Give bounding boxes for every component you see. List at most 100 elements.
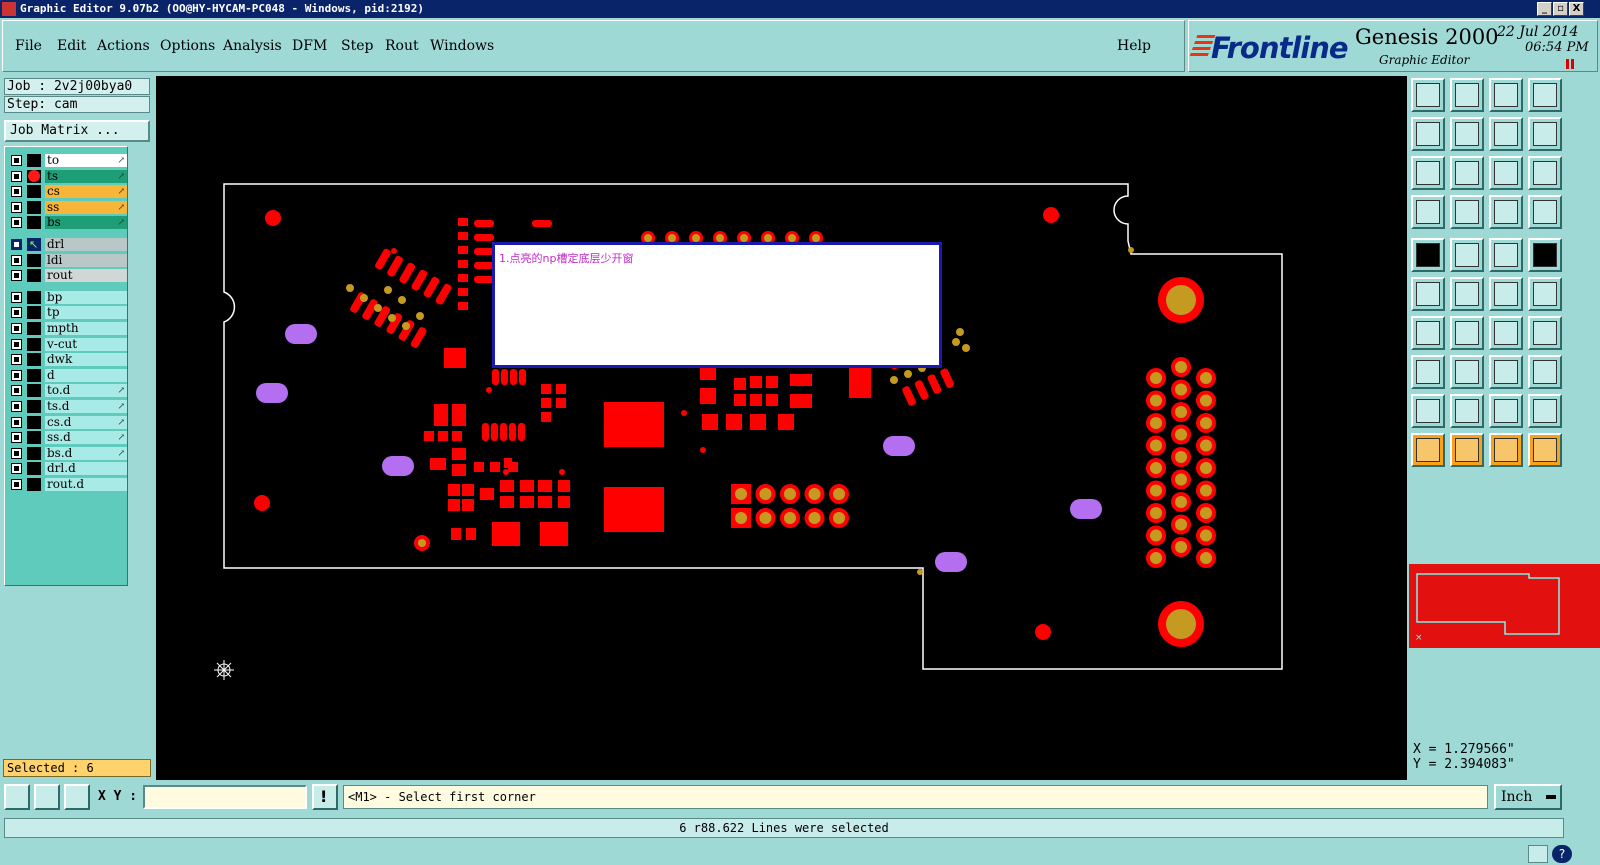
scale-one-icon[interactable] bbox=[1489, 156, 1523, 190]
triangle-icon[interactable] bbox=[1411, 394, 1445, 428]
help-tool-icon[interactable] bbox=[1528, 156, 1562, 190]
layer-row-v-cut[interactable]: v-cut bbox=[9, 337, 127, 352]
layer-row-rout-d[interactable]: rout.d bbox=[9, 477, 127, 492]
minimize-button[interactable]: _ bbox=[1537, 2, 1552, 16]
layer-name[interactable]: rout bbox=[45, 269, 127, 283]
layer-checkbox[interactable] bbox=[11, 385, 22, 397]
layer-row-tp[interactable]: tp bbox=[9, 305, 127, 320]
layer-checkbox[interactable] bbox=[11, 291, 22, 303]
measure-tool-icon[interactable] bbox=[1489, 195, 1523, 229]
layer-name[interactable]: rout.d bbox=[45, 478, 127, 491]
layer-row-cs[interactable]: cs ↗ bbox=[9, 184, 127, 199]
layer-marker[interactable] bbox=[27, 415, 41, 429]
dimension-icon[interactable] bbox=[1489, 355, 1523, 389]
menu-options[interactable]: Options bbox=[160, 38, 215, 54]
layer-marker[interactable] bbox=[27, 462, 41, 476]
layer-checkbox[interactable] bbox=[11, 338, 22, 350]
edit-shape-icon[interactable] bbox=[1450, 238, 1484, 272]
layer-row-drl[interactable]: ↖ drl bbox=[9, 237, 127, 252]
layer-marker[interactable] bbox=[27, 269, 41, 283]
layer-name[interactable]: dwk bbox=[45, 353, 127, 367]
layer-marker[interactable] bbox=[27, 368, 41, 382]
home-icon[interactable] bbox=[1489, 78, 1523, 112]
layer-row-ss-d[interactable]: ss.d ↗ bbox=[9, 430, 127, 445]
layer-name[interactable]: tp bbox=[45, 306, 127, 320]
pan-left-icon[interactable] bbox=[1411, 117, 1445, 151]
layer-name[interactable]: bs.d ↗ bbox=[45, 446, 127, 460]
job-matrix-button[interactable]: Job Matrix ... bbox=[4, 120, 150, 142]
layer-row-drl-d[interactable]: drl.d bbox=[9, 461, 127, 476]
undo-zoom-icon[interactable] bbox=[1489, 117, 1523, 151]
layer-checkbox[interactable] bbox=[11, 479, 22, 490]
pad-icon[interactable] bbox=[1528, 238, 1562, 272]
layer-name[interactable]: ts ↗ bbox=[45, 169, 127, 183]
menu-edit[interactable]: Edit bbox=[57, 38, 86, 54]
grid-snap-icon[interactable] bbox=[64, 784, 90, 810]
layer-checkbox[interactable] bbox=[11, 323, 22, 334]
layer-row-ldi[interactable]: ldi bbox=[9, 253, 127, 268]
triangle-up-icon[interactable] bbox=[1450, 394, 1484, 428]
layer-marker[interactable] bbox=[27, 216, 41, 230]
menu-dfm[interactable]: DFM bbox=[292, 38, 327, 54]
layer-tool-icon[interactable] bbox=[1528, 195, 1562, 229]
layer-checkbox[interactable] bbox=[11, 217, 22, 229]
measure-icon[interactable] bbox=[34, 784, 60, 810]
layer-name[interactable]: bs ↗ bbox=[45, 216, 127, 230]
rotate-icon[interactable] bbox=[1489, 316, 1523, 350]
layer-row-dwk[interactable]: dwk bbox=[9, 352, 127, 367]
menu-actions[interactable]: Actions bbox=[97, 38, 150, 54]
layer-name[interactable]: cs.d ↗ bbox=[45, 415, 127, 429]
zoom-in-icon[interactable] bbox=[1411, 78, 1445, 112]
layer-marker[interactable] bbox=[27, 431, 41, 445]
pointer-box-icon[interactable] bbox=[1450, 433, 1484, 467]
layer-checkbox[interactable] bbox=[11, 401, 22, 412]
pointer-icon[interactable] bbox=[1411, 433, 1445, 467]
layer-marker[interactable] bbox=[27, 154, 41, 167]
route-icon[interactable] bbox=[1489, 277, 1523, 311]
layer-name[interactable]: to ↗ bbox=[45, 154, 127, 167]
layer-name[interactable]: bp bbox=[45, 290, 127, 304]
layer-marker[interactable] bbox=[27, 353, 41, 367]
menu-rout[interactable]: Rout bbox=[385, 38, 419, 54]
layer-marker[interactable] bbox=[27, 253, 41, 267]
layer-marker[interactable] bbox=[27, 337, 41, 351]
layer-marker[interactable] bbox=[27, 478, 41, 491]
layer-row-d[interactable]: d bbox=[9, 368, 127, 383]
layer-name[interactable]: cs ↗ bbox=[45, 185, 127, 199]
warning-icon[interactable]: ! bbox=[312, 784, 338, 810]
mini-map[interactable]: × bbox=[1409, 564, 1600, 648]
help-icon[interactable]: ? bbox=[1552, 845, 1572, 863]
center-icon[interactable] bbox=[1411, 156, 1445, 190]
snap-icon[interactable] bbox=[1411, 195, 1445, 229]
line-slant-icon[interactable] bbox=[1450, 316, 1484, 350]
layer-checkbox[interactable] bbox=[11, 170, 22, 182]
layer-name[interactable]: mpth bbox=[45, 322, 127, 335]
work-layer-arrow-icon[interactable]: ↖ bbox=[27, 238, 41, 251]
layer-row-to-d[interactable]: to.d ↗ bbox=[9, 383, 127, 398]
pad-move-icon[interactable] bbox=[1411, 355, 1445, 389]
zoom-fit-icon[interactable] bbox=[1450, 156, 1484, 190]
layer-marker[interactable] bbox=[27, 290, 41, 304]
menu-file[interactable]: File bbox=[15, 38, 42, 54]
layer-name[interactable]: drl.d bbox=[45, 462, 127, 476]
fit-icon[interactable] bbox=[1528, 78, 1562, 112]
pan-right-icon[interactable] bbox=[1450, 117, 1484, 151]
maximize-button[interactable]: ▫ bbox=[1553, 2, 1568, 16]
layer-checkbox[interactable] bbox=[11, 254, 22, 266]
layer-marker[interactable] bbox=[27, 322, 41, 335]
menu-help[interactable]: Help bbox=[1117, 38, 1151, 54]
layer-marker[interactable] bbox=[27, 400, 41, 413]
connect-icon[interactable] bbox=[1411, 277, 1445, 311]
layer-row-ss[interactable]: ss ↗ bbox=[9, 200, 127, 215]
layer-checkbox[interactable] bbox=[11, 463, 22, 475]
net-icon[interactable] bbox=[1528, 277, 1562, 311]
menu-windows[interactable]: Windows bbox=[430, 38, 494, 54]
horizontal-line-icon[interactable] bbox=[1450, 355, 1484, 389]
layer-name[interactable]: d bbox=[45, 368, 127, 382]
menu-analysis[interactable]: Analysis bbox=[223, 38, 282, 54]
pointer-circle-icon[interactable] bbox=[1489, 433, 1523, 467]
layer-name[interactable]: ts.d ↗ bbox=[45, 400, 127, 413]
layer-marker[interactable] bbox=[27, 306, 41, 320]
layer-checkbox[interactable] bbox=[11, 270, 22, 282]
layer-name[interactable]: v-cut bbox=[45, 337, 127, 351]
